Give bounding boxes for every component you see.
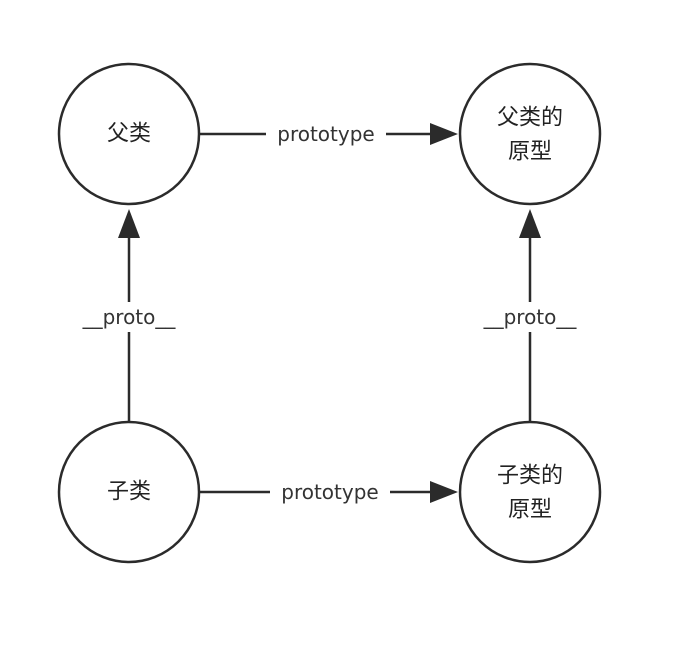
arrow-head-right-icon	[430, 123, 458, 145]
node-parent-class: 父类	[57, 62, 201, 206]
node-child-prototype-line1: 子类的	[497, 464, 563, 489]
edge-label-prototype-top: prototype	[277, 122, 374, 146]
arrow-head-up-icon	[519, 209, 541, 238]
node-child-class: 子类	[57, 420, 201, 564]
node-parent-prototype-line1: 父类的	[497, 106, 563, 131]
prototype-chain-diagram: prototype prototype __proto__ __proto__ …	[57, 62, 602, 564]
node-child-prototype: 子类的 原型	[458, 420, 602, 564]
node-child-prototype-line2: 原型	[508, 498, 552, 523]
edge-childproto-proto-parentproto: __proto__	[469, 209, 591, 421]
arrow-head-right-icon	[430, 481, 458, 503]
node-parent-prototype-line2: 原型	[508, 140, 552, 165]
node-child-class-label: 子类	[107, 480, 151, 505]
edge-label-proto-left: __proto__	[82, 305, 177, 329]
edge-child-prototype: prototype	[200, 478, 458, 506]
edge-child-proto-parent: __proto__	[68, 209, 190, 421]
edge-parent-prototype: prototype	[200, 120, 458, 148]
node-parent-class-label: 父类	[107, 122, 151, 147]
node-parent-prototype: 父类的 原型	[458, 62, 602, 206]
edge-label-prototype-bottom: prototype	[281, 480, 378, 504]
edge-label-proto-right: __proto__	[483, 305, 578, 329]
arrow-head-up-icon	[118, 209, 140, 238]
